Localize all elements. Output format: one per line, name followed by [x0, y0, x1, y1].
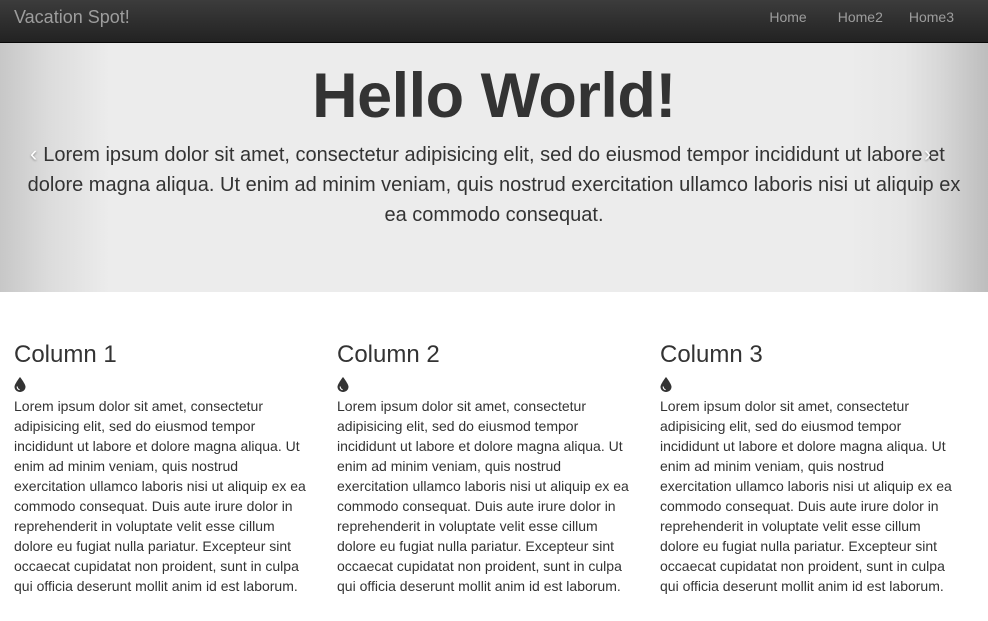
chevron-left-icon[interactable]: ‹ [30, 139, 37, 169]
hero-text: Lorem ipsum dolor sit amet, consectetur … [27, 144, 961, 226]
column-title: Column 1 [14, 341, 117, 368]
nav-link-home[interactable]: Home [754, 7, 822, 27]
nav-links: Home Home2 Home3 [754, 0, 988, 43]
column-text: Lorem ipsum dolor sit amet, consectetur … [660, 398, 952, 594]
column-title: Column 2 [337, 341, 440, 368]
tint-icon [337, 377, 349, 392]
column-3: Column 3 Lorem ipsum dolor sit amet, con… [660, 340, 956, 596]
hero-carousel: Hello World! Lorem ipsum dolor sit amet,… [0, 43, 988, 292]
column-2: Column 2 Lorem ipsum dolor sit amet, con… [337, 340, 633, 596]
chevron-right-icon[interactable]: › [924, 139, 931, 169]
brand-link[interactable]: Vacation Spot! [14, 7, 130, 27]
columns-section: Column 1 Lorem ipsum dolor sit amet, con… [0, 292, 988, 621]
hero-title: Hello World! [312, 61, 676, 131]
nav-link-home2[interactable]: Home2 [823, 7, 899, 27]
column-title: Column 3 [660, 341, 763, 368]
tint-icon [14, 377, 26, 392]
column-1: Column 1 Lorem ipsum dolor sit amet, con… [14, 340, 310, 596]
tint-icon [660, 377, 672, 392]
column-text: Lorem ipsum dolor sit amet, consectetur … [14, 398, 306, 594]
top-navbar: Vacation Spot! Home Home2 Home3 [0, 0, 988, 43]
nav-link-home3[interactable]: Home3 [899, 7, 988, 27]
column-text: Lorem ipsum dolor sit amet, consectetur … [337, 398, 629, 594]
